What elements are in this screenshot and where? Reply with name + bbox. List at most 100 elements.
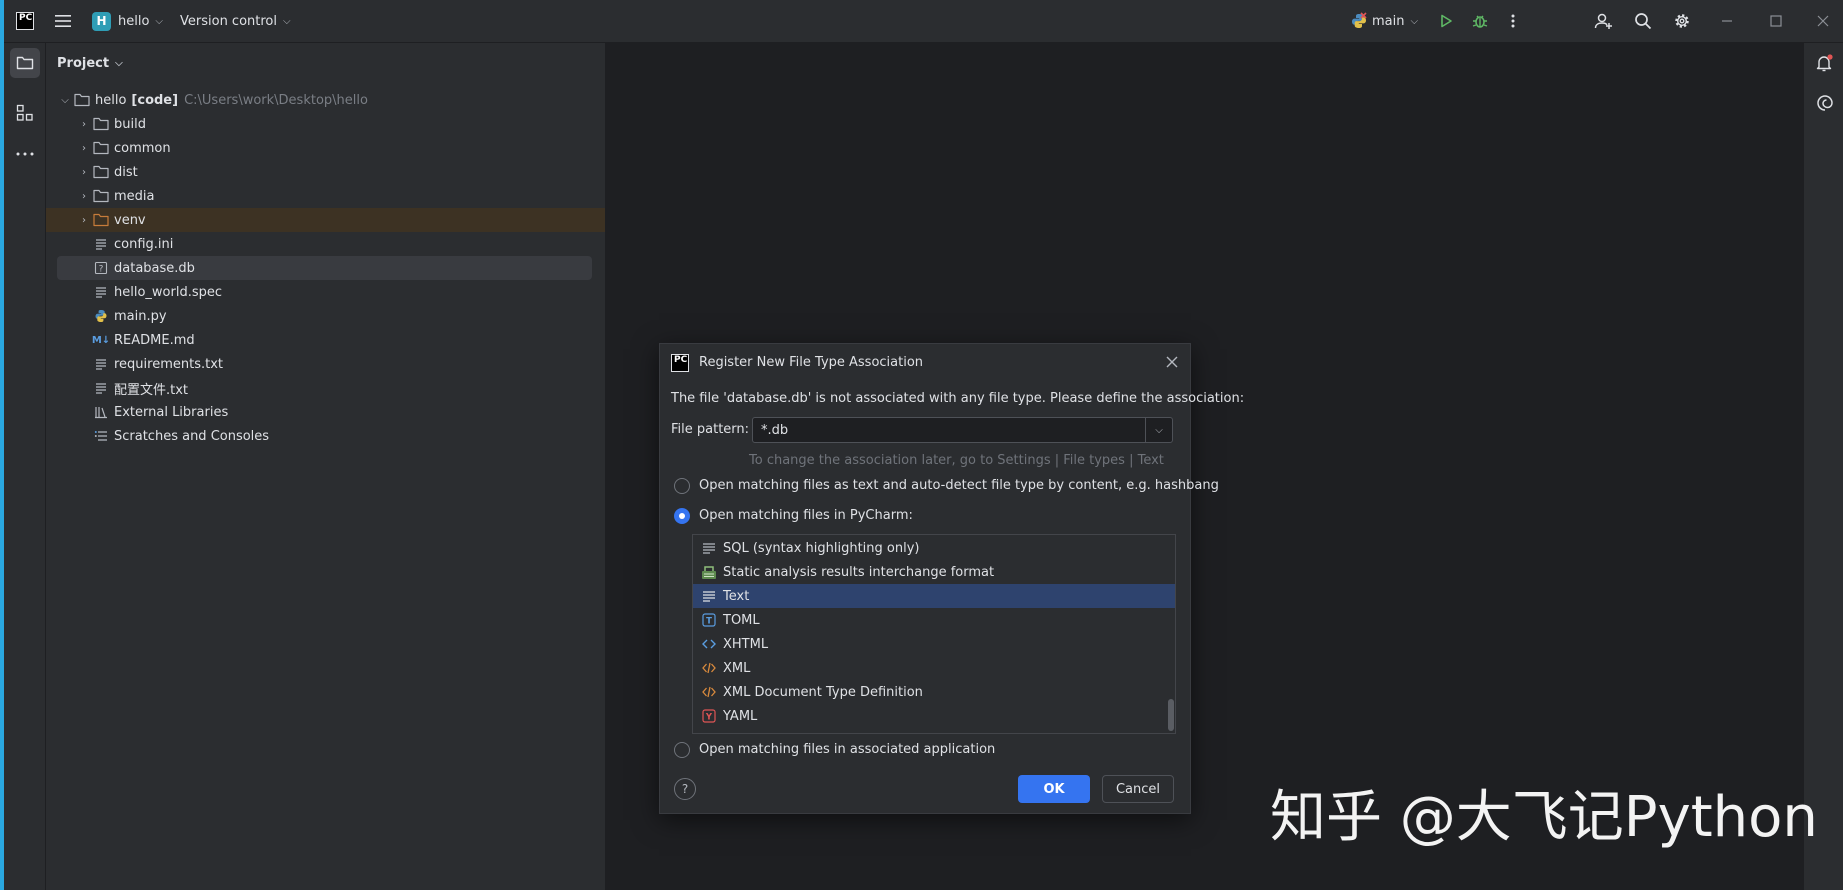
list-item-label: YAML [723, 708, 758, 724]
radio-open-as-text[interactable] [674, 478, 690, 494]
debug-button[interactable] [1471, 0, 1489, 42]
python-icon [92, 308, 110, 324]
cancel-button[interactable]: Cancel [1102, 775, 1174, 803]
list-scrollbar-thumb[interactable] [1168, 699, 1174, 731]
vcs-menu[interactable]: Version control ⌵ [180, 0, 291, 42]
chevron-down-icon: ⌵ [155, 15, 164, 27]
list-item-label: XML [723, 660, 751, 676]
yaml-icon: Y [701, 708, 717, 724]
tree-item-label: main.py [114, 308, 167, 324]
chevron-right-icon: › [82, 118, 86, 130]
markdown-icon: M↓ [91, 334, 111, 346]
xml-icon [701, 660, 717, 676]
tree-item-label: dist [114, 164, 138, 180]
text-file-icon [92, 236, 110, 252]
scratches-icon [92, 428, 110, 444]
tree-item-label: hello_world.spec [114, 284, 223, 300]
settings-button[interactable] [1673, 0, 1691, 42]
toml-icon: T [701, 612, 717, 628]
tree-item-database-db[interactable]: ? database.db [92, 256, 195, 280]
list-item[interactable]: Static analysis results interchange form… [693, 560, 1175, 584]
sarif-icon [701, 564, 717, 580]
branch-name: main [1372, 13, 1405, 29]
tree-item-readme-md[interactable]: M↓ README.md [92, 328, 195, 352]
list-item[interactable]: SQL (syntax highlighting only) [693, 536, 1175, 560]
structure-tool-button[interactable] [16, 104, 34, 126]
more-actions-button[interactable] [1510, 0, 1516, 42]
tree-item-build[interactable]: › build [76, 112, 146, 136]
radio-open-in-associated-app[interactable] [674, 742, 690, 758]
option-open-in-app-label: Open matching files in associated applic… [699, 742, 996, 757]
main-menu-button[interactable] [54, 0, 72, 42]
close-icon [1166, 356, 1178, 368]
close-window-button[interactable] [1816, 0, 1830, 42]
panel-title-label: Project [57, 55, 110, 71]
svg-text:?: ? [99, 265, 104, 275]
tree-item-config-txt[interactable]: 配置文件.txt [92, 376, 188, 400]
maximize-button[interactable] [1769, 0, 1783, 42]
file-type-list[interactable]: SQL (syntax highlighting only) Static an… [692, 534, 1176, 734]
more-tools-button[interactable] [15, 146, 35, 161]
folder-icon [92, 164, 110, 180]
minimize-button[interactable] [1720, 0, 1734, 42]
tree-item-external-libraries[interactable]: External Libraries [76, 400, 228, 424]
run-config-selector[interactable]: main ⌵ [1350, 0, 1418, 42]
spiral-icon [1817, 95, 1833, 111]
code-with-me-button[interactable] [1594, 0, 1614, 42]
tree-item-label: README.md [114, 332, 195, 348]
pycharm-logo-icon: PC [671, 354, 689, 372]
tree-item-label: config.ini [114, 236, 174, 252]
tree-item-label: venv [114, 212, 146, 228]
folder-orange-icon [92, 212, 110, 228]
file-pattern-label: File pattern: [671, 422, 750, 437]
title-bar: PC H hello ⌵ Version control ⌵ main ⌵ [4, 0, 1843, 43]
folder-icon [92, 188, 110, 204]
run-button[interactable] [1438, 0, 1454, 42]
project-panel-title[interactable]: Project ⌵ [57, 52, 123, 74]
dialog-close-button[interactable] [1165, 355, 1179, 373]
tree-item-label: build [114, 116, 146, 132]
tree-item-hello-world-spec[interactable]: hello_world.spec [92, 280, 222, 304]
list-item[interactable]: XML Document Type Definition [693, 680, 1175, 704]
search-icon [1635, 13, 1652, 30]
list-item[interactable]: Y YAML [693, 704, 1175, 728]
tree-item-label: common [114, 140, 171, 156]
dialog-title: Register New File Type Association [699, 355, 924, 370]
text-file-icon [92, 380, 110, 396]
project-path: C:\Users\work\Desktop\hello [184, 92, 368, 108]
tree-item-venv[interactable]: › venv [76, 208, 146, 232]
list-item[interactable]: XHTML [693, 632, 1175, 656]
file-pattern-value: *.db [761, 422, 789, 438]
chevron-down-icon: ⌵ [115, 57, 123, 69]
unknown-file-icon: ? [92, 260, 110, 276]
tree-item-requirements-txt[interactable]: requirements.txt [92, 352, 223, 376]
app-logo[interactable]: PC [16, 0, 34, 42]
tree-item-media[interactable]: › media [76, 184, 155, 208]
tree-item-main-py[interactable]: main.py [92, 304, 167, 328]
chevron-down-icon[interactable]: ⌵ [1145, 418, 1172, 442]
tree-item-hello[interactable]: ⌵ hello [code] C:\Users\work\Desktop\hel… [57, 88, 368, 112]
tree-item-scratches[interactable]: Scratches and Consoles [76, 424, 269, 448]
project-switcher[interactable]: H hello ⌵ [92, 0, 163, 42]
list-item-selected[interactable]: Text [693, 584, 1175, 608]
radio-open-in-pycharm[interactable] [674, 508, 690, 524]
file-pattern-combobox[interactable]: *.db ⌵ [752, 417, 1173, 443]
notifications-button[interactable] [1815, 53, 1835, 77]
tree-item-config-ini[interactable]: config.ini [92, 232, 173, 256]
help-button[interactable]: ? [674, 778, 696, 800]
search-button[interactable] [1634, 0, 1652, 42]
folder-icon [16, 56, 34, 70]
project-tool-button[interactable] [10, 48, 40, 78]
debug-icon [1472, 15, 1488, 28]
ai-assistant-button[interactable] [1815, 93, 1835, 117]
svg-text:Y: Y [705, 713, 713, 723]
tree-item-label: Scratches and Consoles [114, 428, 270, 444]
close-icon [1817, 15, 1829, 27]
list-item[interactable]: XML [693, 656, 1175, 680]
ok-button[interactable]: OK [1018, 775, 1090, 803]
structure-icon [16, 104, 33, 121]
chevron-down-icon: ⌵ [61, 94, 69, 106]
list-item[interactable]: T TOML [693, 608, 1175, 632]
tree-item-dist[interactable]: › dist [76, 160, 138, 184]
tree-item-common[interactable]: › common [76, 136, 171, 160]
